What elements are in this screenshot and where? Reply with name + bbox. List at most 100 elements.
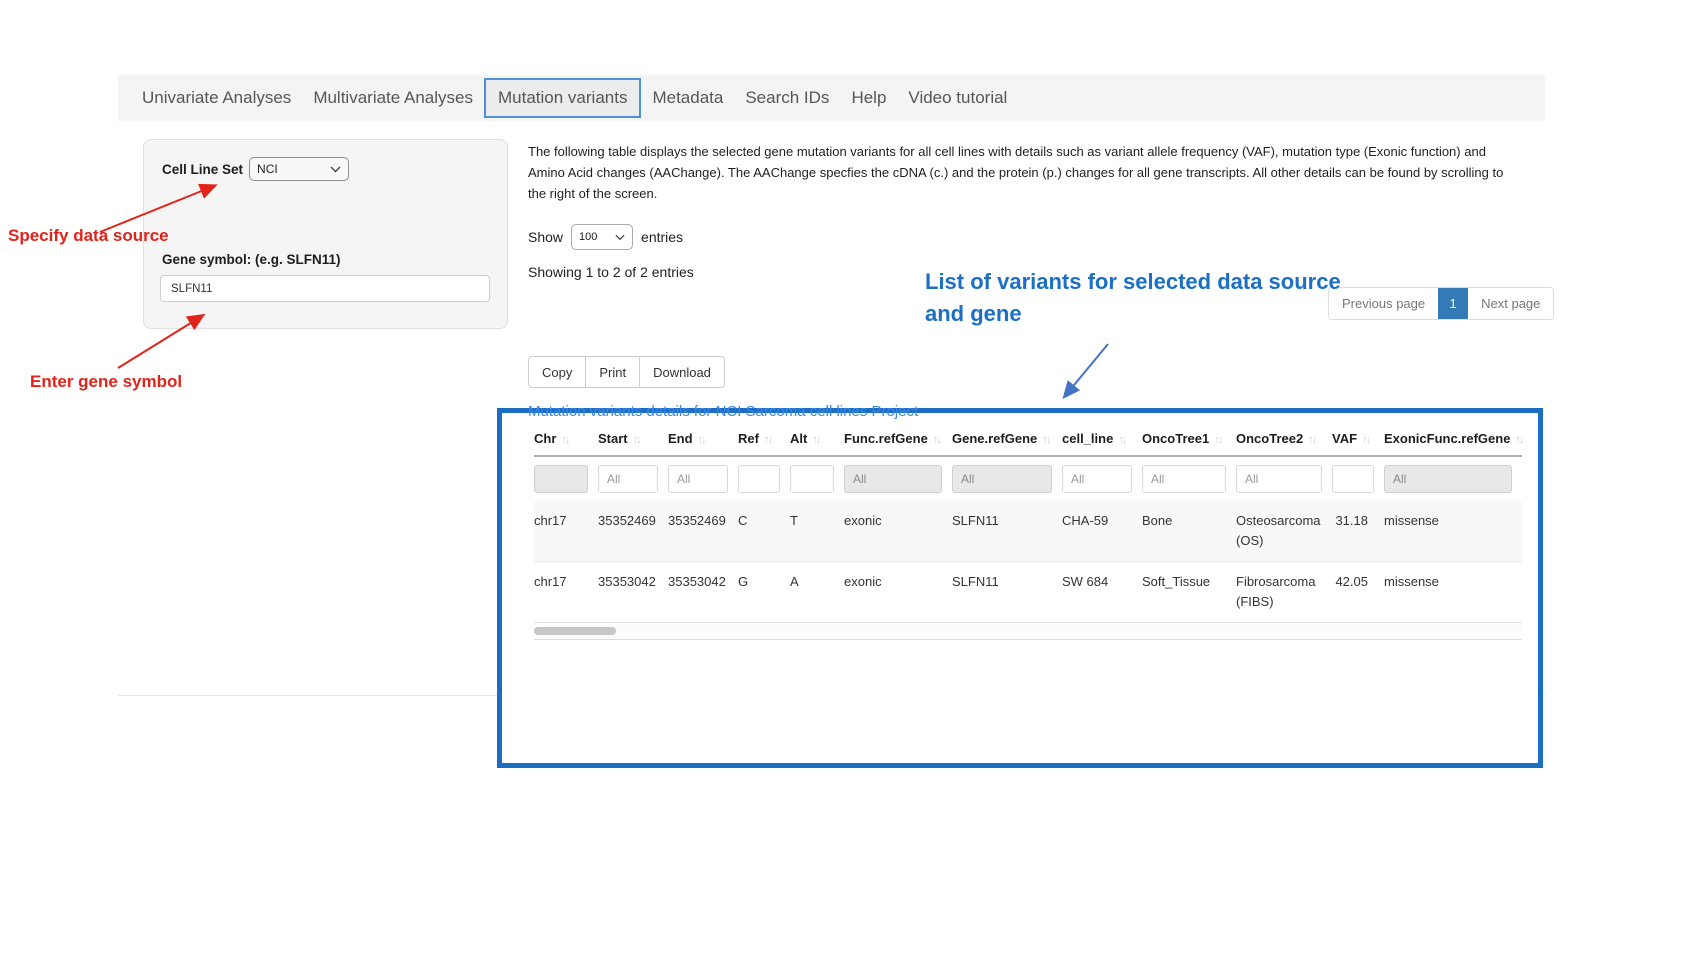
column-header-func-refgene[interactable]: Func.refGene ↑↓ [844, 425, 952, 456]
page-1-button[interactable]: 1 [1438, 288, 1468, 319]
blue-arrow-list-of-variants [1065, 344, 1108, 396]
column-header-start[interactable]: Start ↑↓ [598, 425, 668, 456]
column-header-gene-refgene[interactable]: Gene.refGene↑↓ [952, 425, 1062, 456]
filter-oncotree1[interactable] [1142, 465, 1226, 493]
column-header-cell-line[interactable]: cell_line ↑↓ [1062, 425, 1142, 456]
sort-icon: ↑↓ [1118, 434, 1125, 446]
sort-icon: ↑↓ [1362, 434, 1369, 446]
cell-ref: C [738, 501, 790, 562]
cell-cell-line: SW 684 [1062, 562, 1142, 623]
annotation-enter-gene-symbol: Enter gene symbol [30, 372, 182, 392]
tab-metadata[interactable]: Metadata [641, 79, 734, 117]
tab-help[interactable]: Help [840, 79, 897, 117]
column-label: End [668, 431, 693, 446]
chevron-down-icon [615, 234, 625, 241]
cell-func-refgene: exonic [844, 562, 952, 623]
sort-icon: ↑↓ [698, 434, 705, 446]
column-label: OncoTree1 [1142, 431, 1209, 446]
cell-vaf: 31.18 [1332, 501, 1384, 562]
cell-func-refgene: exonic [844, 501, 952, 562]
filter-chr[interactable] [534, 465, 588, 493]
tab-multivariate-analyses[interactable]: Multivariate Analyses [302, 79, 484, 117]
cell-oncotree1: Bone [1142, 501, 1236, 562]
table-header-row: Chr↑↓Start↑↓End↑↓Ref↑↓Alt↑↓Func.refGene↑… [534, 425, 1522, 456]
filter-gene-refgene[interactable]: All [952, 465, 1052, 493]
cell-line-set-label: Cell Line Set [162, 162, 243, 177]
page-length-select[interactable]: 100 [571, 224, 633, 250]
entries-label: entries [641, 229, 683, 245]
page-length-control: Show 100 entries [528, 224, 683, 250]
sort-icon: ↑↓ [633, 434, 640, 446]
sort-icon: ↑↓ [1214, 434, 1221, 446]
tab-univariate-analyses[interactable]: Univariate Analyses [131, 79, 302, 117]
filter-func-refgene[interactable]: All [844, 465, 942, 493]
column-header-end[interactable]: End ↑↓ [668, 425, 738, 456]
controls-panel: Cell Line Set NCI Gene symbol: (e.g. SLF… [143, 139, 508, 329]
horizontal-scrollbar-thumb[interactable] [534, 627, 616, 635]
cell-line-set-select[interactable]: NCI [249, 157, 349, 181]
cell-ref: G [738, 562, 790, 623]
chevron-down-icon [330, 166, 341, 173]
cell-oncotree1: Soft_Tissue [1142, 562, 1236, 623]
filter-start[interactable] [598, 465, 658, 493]
table-row: chr173535304235353042GAexonicSLFN11SW 68… [534, 562, 1522, 623]
cell-end: 35353042 [668, 562, 738, 623]
filter-cell-line[interactable] [1062, 465, 1132, 493]
column-label: ExonicFunc.refGene [1384, 431, 1510, 446]
filter-exonicfunc-refgene[interactable]: All [1384, 465, 1512, 493]
next-page-button[interactable]: Next page [1468, 288, 1553, 319]
page: Univariate AnalysesMultivariate Analyses… [0, 0, 1700, 956]
filter-vaf[interactable] [1332, 465, 1374, 493]
sort-icon: ↑↓ [1042, 434, 1049, 446]
column-label: Start [598, 431, 628, 446]
cell-vaf: 42.05 [1332, 562, 1384, 623]
filter-end[interactable] [668, 465, 728, 493]
gene-symbol-input[interactable] [160, 275, 490, 302]
annotation-list-of-variants: List of variants for selected data sourc… [925, 266, 1349, 330]
download-button[interactable]: Download [639, 356, 725, 388]
column-header-exonicfunc-refgene[interactable]: ExonicFunc.refGene ↑↓ [1384, 425, 1522, 456]
table-title: Mutation variants details for NCI Sarcom… [528, 403, 918, 420]
nav-tabs: Univariate AnalysesMultivariate Analyses… [131, 78, 1018, 118]
print-button[interactable]: Print [585, 356, 640, 388]
column-header-ref[interactable]: Ref↑↓ [738, 425, 790, 456]
column-header-oncotree2[interactable]: OncoTree2↑↓ [1236, 425, 1332, 456]
tab-search-ids[interactable]: Search IDs [734, 79, 840, 117]
column-label: Func.refGene [844, 431, 928, 446]
sort-icon: ↑↓ [1515, 434, 1522, 446]
filter-alt[interactable] [790, 465, 834, 493]
copy-button[interactable]: Copy [528, 356, 586, 388]
cell-gene-refgene: SLFN11 [952, 562, 1062, 623]
sort-icon: ↑↓ [1308, 434, 1315, 446]
cell-line-set-value: NCI [257, 162, 278, 176]
cell-alt: T [790, 501, 844, 562]
filter-ref[interactable] [738, 465, 780, 493]
page-length-value: 100 [579, 231, 597, 243]
column-label: Alt [790, 431, 807, 446]
cell-alt: A [790, 562, 844, 623]
table-description: The following table displays the selecte… [528, 141, 1523, 204]
column-label: Chr [534, 431, 556, 446]
filter-oncotree2[interactable] [1236, 465, 1322, 493]
annotation-specify-data-source: Specify data source [8, 226, 169, 246]
cell-start: 35352469 [598, 501, 668, 562]
pagination: Previous page 1 Next page [1328, 287, 1554, 320]
export-buttons: CopyPrintDownload [528, 356, 725, 388]
sort-icon: ↑↓ [933, 434, 940, 446]
column-header-oncotree1[interactable]: OncoTree1 ↑↓ [1142, 425, 1236, 456]
cell-cell-line: CHA-59 [1062, 501, 1142, 562]
column-header-vaf[interactable]: VAF↑↓ [1332, 425, 1384, 456]
column-label: cell_line [1062, 431, 1113, 446]
column-header-chr[interactable]: Chr↑↓ [534, 425, 598, 456]
cell-oncotree2: Fibrosarcoma (FIBS) [1236, 562, 1332, 623]
tab-video-tutorial[interactable]: Video tutorial [897, 79, 1018, 117]
column-header-alt[interactable]: Alt↑↓ [790, 425, 844, 456]
cell-chr: chr17 [534, 501, 598, 562]
cell-start: 35353042 [598, 562, 668, 623]
horizontal-scrollbar-track[interactable] [534, 622, 1522, 640]
tab-mutation-variants[interactable]: Mutation variants [484, 78, 641, 118]
showing-status: Showing 1 to 2 of 2 entries [528, 264, 694, 280]
gene-symbol-label: Gene symbol: (e.g. SLFN11) [162, 252, 341, 267]
cell-gene-refgene: SLFN11 [952, 501, 1062, 562]
column-label: Ref [738, 431, 759, 446]
